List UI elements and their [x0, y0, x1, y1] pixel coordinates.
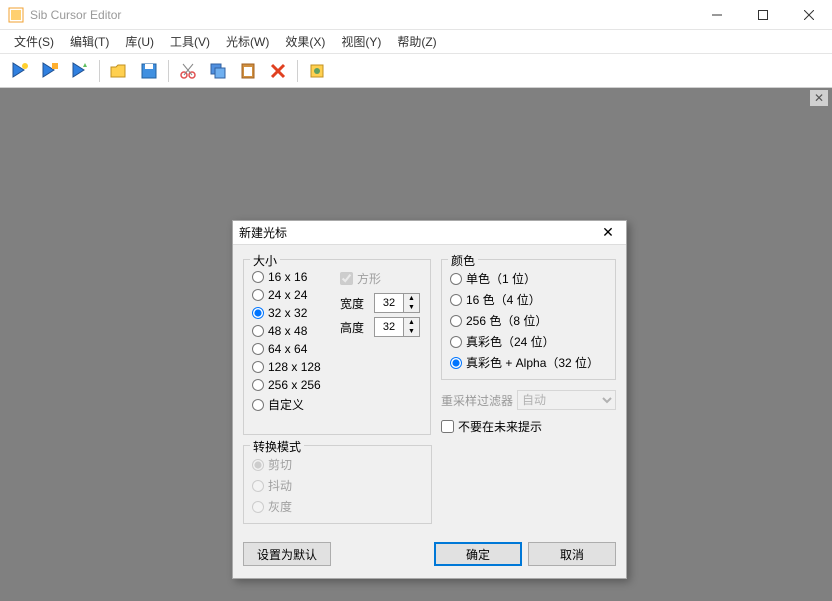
- tb-save[interactable]: [135, 57, 163, 85]
- size-48[interactable]: 48 x 48: [252, 322, 336, 340]
- height-input[interactable]: [374, 317, 404, 337]
- mode-crop: 剪切: [252, 454, 423, 475]
- toolbar: [0, 54, 832, 88]
- color-mono[interactable]: 单色（1 位）: [450, 268, 607, 289]
- no-future-checkbox[interactable]: 不要在未来提示: [441, 418, 616, 435]
- workspace: ✕ 安 安下载 anxz.com 新建光标 ✕ 大小 16 x 16 24 x …: [0, 88, 832, 601]
- width-label: 宽度: [340, 295, 368, 312]
- height-spinner[interactable]: ▲▼: [374, 317, 420, 337]
- size-16[interactable]: 16 x 16: [252, 268, 336, 286]
- width-up[interactable]: ▲: [404, 294, 419, 303]
- menu-effects[interactable]: 效果(X): [277, 31, 333, 52]
- filter-select[interactable]: 自动: [517, 390, 616, 410]
- window-controls: [694, 0, 832, 29]
- toolbar-separator: [99, 60, 100, 82]
- size-256[interactable]: 256 x 256: [252, 376, 336, 394]
- size-group: 大小 16 x 16 24 x 24 32 x 32 48 x 48 64 x …: [243, 259, 431, 435]
- size-24[interactable]: 24 x 24: [252, 286, 336, 304]
- menu-help[interactable]: 帮助(Z): [389, 31, 444, 52]
- dialog-titlebar[interactable]: 新建光标 ✕: [233, 221, 626, 245]
- mode-legend: 转换模式: [250, 438, 304, 455]
- tb-copy[interactable]: [204, 57, 232, 85]
- height-label: 高度: [340, 319, 368, 336]
- menu-edit[interactable]: 编辑(T): [62, 31, 117, 52]
- mode-gray: 灰度: [252, 496, 423, 517]
- toolbar-separator: [297, 60, 298, 82]
- color-group: 颜色 单色（1 位） 16 色（4 位） 256 色（8 位） 真彩色（24 位…: [441, 259, 616, 380]
- tb-paste[interactable]: [234, 57, 262, 85]
- tb-new-cursor[interactable]: [6, 57, 34, 85]
- size-custom[interactable]: 自定义: [252, 394, 336, 415]
- app-icon: [8, 7, 24, 23]
- tb-cut[interactable]: [174, 57, 202, 85]
- size-legend: 大小: [250, 252, 280, 269]
- menu-tools[interactable]: 工具(V): [162, 31, 218, 52]
- color-24bit[interactable]: 真彩色（24 位）: [450, 331, 607, 352]
- size-32[interactable]: 32 x 32: [252, 304, 336, 322]
- mode-dither: 抖动: [252, 475, 423, 496]
- color-legend: 颜色: [448, 252, 478, 269]
- workspace-close-icon[interactable]: ✕: [810, 90, 828, 106]
- toolbar-separator: [168, 60, 169, 82]
- close-button[interactable]: [786, 0, 832, 29]
- color-32bit[interactable]: 真彩色 + Alpha（32 位）: [450, 352, 607, 373]
- width-down[interactable]: ▼: [404, 303, 419, 312]
- set-default-button[interactable]: 设置为默认: [243, 542, 331, 566]
- app-title: Sib Cursor Editor: [30, 8, 694, 22]
- menu-library[interactable]: 库(U): [117, 31, 162, 52]
- color-256[interactable]: 256 色（8 位）: [450, 310, 607, 331]
- menu-view[interactable]: 视图(Y): [333, 31, 389, 52]
- size-128[interactable]: 128 x 128: [252, 358, 336, 376]
- filter-label: 重采样过滤器: [441, 392, 513, 409]
- cancel-button[interactable]: 取消: [528, 542, 616, 566]
- width-input[interactable]: [374, 293, 404, 313]
- dialog-close-button[interactable]: ✕: [596, 223, 620, 243]
- tb-tools[interactable]: [303, 57, 331, 85]
- minimize-button[interactable]: [694, 0, 740, 29]
- width-spinner[interactable]: ▲▼: [374, 293, 420, 313]
- dialog-title: 新建光标: [239, 224, 596, 241]
- mode-group: 转换模式 剪切 抖动 灰度: [243, 445, 432, 524]
- menu-bar: 文件(S) 编辑(T) 库(U) 工具(V) 光标(W) 效果(X) 视图(Y)…: [0, 30, 832, 54]
- color-16[interactable]: 16 色（4 位）: [450, 289, 607, 310]
- height-up[interactable]: ▲: [404, 318, 419, 327]
- tb-new-cursor-alt[interactable]: [36, 57, 64, 85]
- title-bar: Sib Cursor Editor: [0, 0, 832, 30]
- square-checkbox[interactable]: 方形: [340, 268, 420, 289]
- menu-file[interactable]: 文件(S): [6, 31, 62, 52]
- tb-delete[interactable]: [264, 57, 292, 85]
- new-cursor-dialog: 新建光标 ✕ 大小 16 x 16 24 x 24 32 x 32 48 x 4…: [232, 220, 627, 579]
- ok-button[interactable]: 确定: [434, 542, 522, 566]
- maximize-button[interactable]: [740, 0, 786, 29]
- height-down[interactable]: ▼: [404, 327, 419, 336]
- menu-cursor[interactable]: 光标(W): [218, 31, 277, 52]
- tb-open[interactable]: [105, 57, 133, 85]
- tb-new-cursor-star[interactable]: [66, 57, 94, 85]
- size-64[interactable]: 64 x 64: [252, 340, 336, 358]
